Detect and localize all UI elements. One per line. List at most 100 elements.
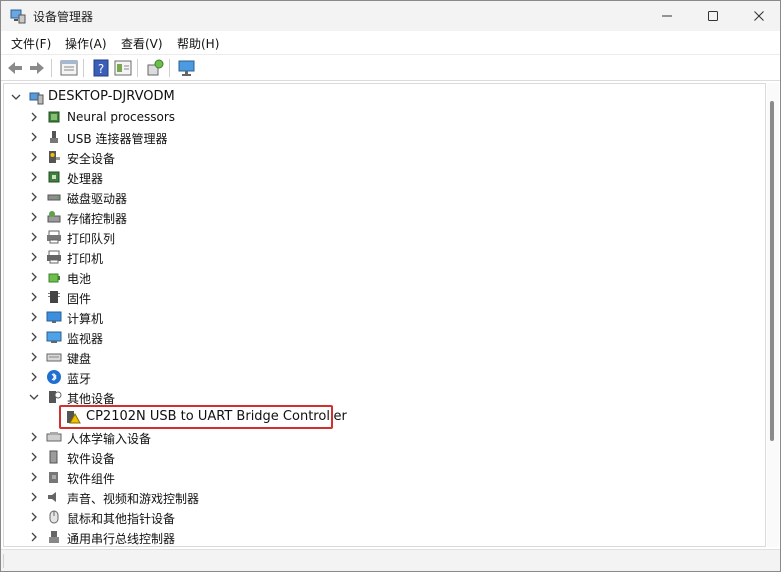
device-manager-window: 设备管理器 文件(F) 操作(A) 查看(V) 帮助(H) ? DESKTOP-… [0, 0, 781, 572]
scrollbar-thumb[interactable] [770, 101, 774, 441]
chevron-right-icon[interactable] [28, 211, 40, 223]
printer-icon [47, 250, 61, 264]
computer-icon [46, 311, 62, 323]
tree-category[interactable]: 固件 [4, 287, 765, 307]
chip-icon [48, 111, 60, 123]
minimize-button[interactable] [644, 1, 690, 31]
tree-category[interactable]: Neural processors [4, 107, 765, 127]
chevron-right-icon[interactable] [28, 151, 40, 163]
toolbar-separator [137, 59, 138, 77]
window-title: 设备管理器 [33, 10, 94, 24]
menu-action[interactable]: 操作(A) [65, 35, 107, 52]
chevron-right-icon[interactable] [28, 331, 40, 343]
close-button[interactable] [736, 1, 781, 31]
tree-category[interactable]: 软件组件 [4, 467, 765, 487]
toolbar-separator [51, 59, 52, 77]
tree-category[interactable]: 声音、视频和游戏控制器 [4, 487, 765, 507]
tree-item-label: 存储控制器 [67, 212, 128, 226]
chevron-right-icon[interactable] [28, 291, 40, 303]
tree-root[interactable]: DESKTOP-DJRVODM [4, 87, 765, 107]
hid-icon [46, 432, 62, 442]
chevron-right-icon[interactable] [28, 431, 40, 443]
menu-help[interactable]: 帮助(H) [177, 35, 219, 52]
tree-item-label: 处理器 [67, 172, 104, 186]
forward-arrow-icon[interactable] [27, 58, 47, 78]
chevron-right-icon[interactable] [28, 531, 40, 543]
software-component-icon [49, 472, 58, 483]
tree-item-label: USB 连接器管理器 [67, 132, 168, 146]
tree-item-label: Neural processors [67, 110, 176, 124]
tree-item-label: 电池 [67, 272, 92, 286]
chevron-right-icon[interactable] [28, 491, 40, 503]
view-details-icon[interactable] [113, 58, 133, 78]
computer-tower-icon [29, 92, 44, 105]
chevron-right-icon[interactable] [28, 271, 40, 283]
maximize-icon [708, 11, 718, 21]
device-manager-icon [10, 9, 26, 24]
chevron-right-icon[interactable] [28, 371, 40, 383]
tree-item-label: 磁盘驱动器 [67, 192, 128, 206]
usb-icon [50, 131, 58, 143]
tree-category[interactable]: 处理器 [4, 167, 765, 187]
battery-icon [48, 273, 60, 283]
chevron-right-icon[interactable] [28, 311, 40, 323]
chevron-right-icon[interactable] [28, 511, 40, 523]
speaker-icon [48, 492, 56, 502]
back-arrow-icon[interactable] [5, 58, 25, 78]
print-queue-icon [47, 230, 61, 244]
chevron-right-icon[interactable] [28, 231, 40, 243]
chevron-right-icon[interactable] [28, 251, 40, 263]
toolbar-separator [169, 59, 170, 77]
tree-category[interactable]: 电池 [4, 267, 765, 287]
status-cell [3, 554, 4, 568]
chevron-down-icon[interactable] [28, 391, 40, 403]
device-tree[interactable]: DESKTOP-DJRVODM Neural processors USB 连接器… [3, 83, 766, 547]
tree-item-label: 监视器 [67, 332, 104, 346]
tree-category[interactable]: 打印机 [4, 247, 765, 267]
tree-item-label: 打印机 [67, 252, 104, 266]
security-key-icon [49, 151, 60, 163]
menu-file[interactable]: 文件(F) [11, 35, 51, 52]
tree-category[interactable]: 鼠标和其他指针设备 [4, 507, 765, 527]
tree-category[interactable]: USB 连接器管理器 [4, 127, 765, 147]
scan-hardware-icon[interactable] [145, 58, 165, 78]
monitor-icon [46, 331, 62, 343]
maximize-button[interactable] [690, 1, 736, 31]
disk-drive-icon [47, 194, 61, 201]
tree-category[interactable]: 计算机 [4, 307, 765, 327]
keyboard-icon [46, 353, 62, 362]
vertical-scrollbar[interactable] [767, 83, 779, 547]
tree-category[interactable]: 软件设备 [4, 447, 765, 467]
minimize-icon [662, 15, 672, 17]
tree-category[interactable]: 监视器 [4, 327, 765, 347]
tree-category[interactable]: 打印队列 [4, 227, 765, 247]
chevron-right-icon[interactable] [28, 471, 40, 483]
mouse-icon [49, 510, 59, 524]
tree-category[interactable]: 通用串行总线控制器 [4, 527, 765, 546]
tree-item-label: 安全设备 [67, 152, 116, 166]
chevron-right-icon[interactable] [28, 351, 40, 363]
tree-category[interactable]: 键盘 [4, 347, 765, 367]
chevron-down-icon[interactable] [10, 91, 22, 103]
toolbar: ? [1, 55, 780, 81]
tree-item-label: 蓝牙 [67, 372, 92, 386]
tree-item-label: 声音、视频和游戏控制器 [67, 492, 200, 506]
properties-sheet-icon[interactable] [59, 58, 79, 78]
monitor-update-icon[interactable] [177, 58, 197, 78]
tree-category[interactable]: 蓝牙 [4, 367, 765, 387]
chevron-right-icon[interactable] [28, 191, 40, 203]
tree-category[interactable]: 存储控制器 [4, 207, 765, 227]
chevron-right-icon[interactable] [28, 111, 40, 123]
help-icon[interactable]: ? [91, 58, 111, 78]
chevron-right-icon[interactable] [28, 131, 40, 143]
chevron-right-icon[interactable] [28, 451, 40, 463]
tree-category[interactable]: 人体学输入设备 [4, 427, 765, 447]
tree-category[interactable]: 安全设备 [4, 147, 765, 167]
tree-category[interactable]: 磁盘驱动器 [4, 187, 765, 207]
unknown-device-icon [49, 391, 62, 403]
menu-view[interactable]: 查看(V) [121, 35, 163, 52]
software-device-icon [49, 450, 58, 464]
tree-category[interactable]: 其他设备 [4, 387, 765, 407]
chevron-right-icon[interactable] [28, 171, 40, 183]
title-bar[interactable]: 设备管理器 [1, 1, 780, 31]
